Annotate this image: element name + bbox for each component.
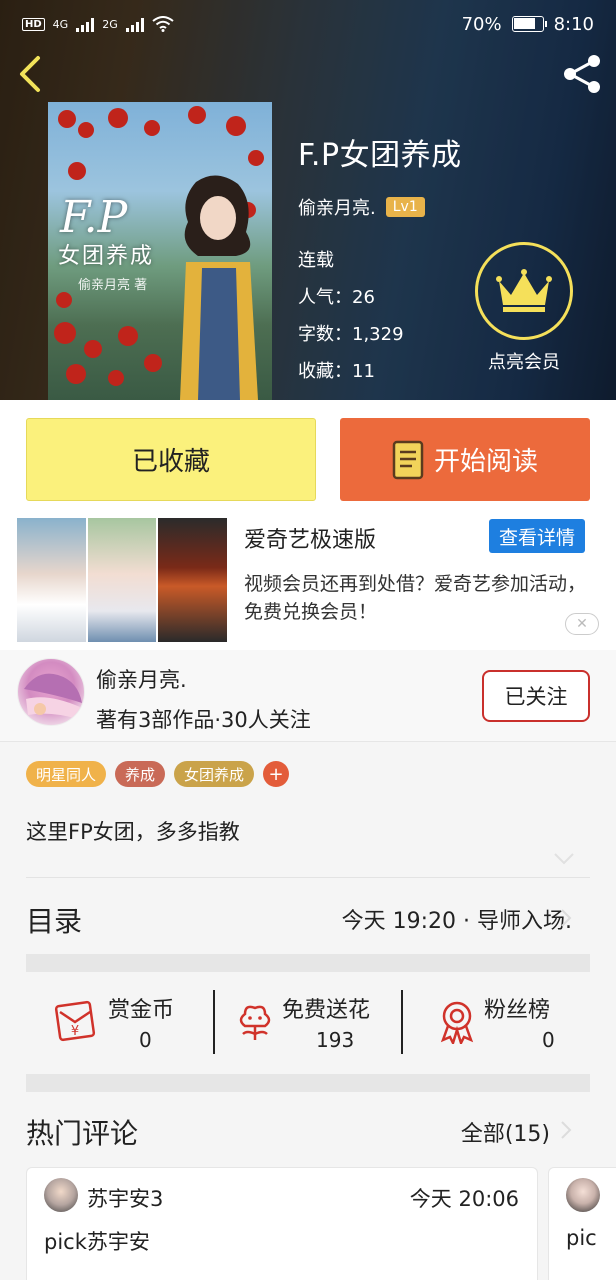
hd-indicator: HD — [22, 17, 45, 31]
author-stats: 著有3部作品·30人关注 — [96, 708, 311, 732]
all-comments-link[interactable]: 全部(15) — [461, 1116, 550, 1148]
chevron-right-icon — [561, 909, 572, 927]
start-reading-label: 开始阅读 — [433, 447, 538, 477]
reward-label: 赏金币 — [108, 998, 175, 1023]
reward-coins[interactable]: ¥ 赏金币 0 — [26, 972, 214, 1074]
comment-card[interactable]: 苏宇安3 今天 20:06 pick苏宇安 — [26, 1167, 538, 1280]
comment-text: pic — [566, 1226, 597, 1250]
medal-icon — [440, 1001, 474, 1044]
book-popularity: 人气：26 — [298, 287, 375, 308]
chevron-left-icon — [20, 56, 40, 92]
book-title: F.P女团养成 — [298, 138, 462, 173]
book-collections: 收藏：11 — [298, 361, 375, 382]
commenter-avatar[interactable] — [44, 1178, 78, 1212]
book-cover[interactable]: F.P 女团养成 偷亲月亮 著 — [48, 102, 272, 400]
reward-flowers[interactable]: 免费送花 193 — [214, 972, 402, 1074]
reward-label: 粉丝榜 — [484, 998, 551, 1023]
cover-figure — [180, 175, 258, 400]
ad-image-3 — [158, 518, 228, 642]
reward-count: 0 — [139, 1028, 152, 1052]
tag[interactable]: 明星同人 — [26, 761, 107, 787]
ad-close-button[interactable]: ✕ — [565, 613, 599, 635]
signal-icon-2 — [125, 16, 144, 32]
reward-count: 193 — [316, 1028, 355, 1052]
author-name[interactable]: 偷亲月亮. — [96, 664, 187, 694]
comments-header: 热门评论 全部(15) — [0, 1094, 616, 1164]
share-button[interactable] — [558, 52, 606, 96]
network-2g-label: 2G — [102, 17, 118, 31]
divider — [26, 877, 590, 878]
svg-text:¥: ¥ — [71, 1024, 79, 1039]
book-info: F.P女团养成 偷亲月亮. Lv1 连载 人气：26 字数：1,329 收藏：1… — [298, 130, 462, 390]
ad-images — [17, 518, 228, 642]
commenter-avatar[interactable] — [566, 1178, 600, 1212]
status-bar: HD 4G 2G 70% 8:10 — [0, 0, 616, 48]
cover-title: F.P — [60, 192, 128, 243]
vip-button[interactable]: 点亮会员 — [474, 242, 574, 374]
vip-label: 点亮会员 — [488, 352, 560, 373]
crown-icon — [496, 269, 552, 312]
ad-banner[interactable]: 爱奇艺极速版 查看详情 视频会员还再到处借？爱奇艺参加活动，免费兑换会员！ ✕ — [0, 512, 616, 650]
comment-text: pick苏宇安 — [44, 1230, 150, 1254]
tag-list: 明星同人 养成 女团养成 + — [26, 761, 290, 787]
level-badge: Lv1 — [385, 197, 425, 217]
cover-subtitle: 女团养成 — [58, 244, 155, 269]
reward-fans[interactable]: 粉丝榜 0 — [402, 972, 590, 1074]
add-tag-button[interactable]: + — [263, 761, 290, 787]
comments-title: 热门评论 — [26, 1117, 139, 1150]
toc-latest-chapter: 今天 19:20 · 导师入场. — [341, 909, 572, 934]
collect-button[interactable]: 已收藏 — [26, 418, 316, 501]
wifi-icon — [152, 16, 174, 32]
comment-card[interactable]: pic — [548, 1167, 616, 1280]
tag[interactable]: 养成 — [115, 761, 166, 787]
battery-icon — [511, 16, 547, 32]
chevron-right-icon[interactable] — [560, 1120, 572, 1140]
expand-chevron-icon[interactable] — [553, 852, 575, 866]
ad-description: 视频会员还再到处借？爱奇艺参加活动，免费兑换会员！ — [244, 573, 587, 623]
book-word-count: 字数：1,329 — [298, 324, 404, 345]
book-author[interactable]: 偷亲月亮. — [298, 194, 376, 220]
red-envelope-icon: ¥ — [54, 1000, 96, 1042]
battery-percent: 70% — [461, 13, 502, 35]
signal-icon — [76, 16, 95, 32]
section-band — [26, 954, 590, 972]
section-band — [26, 1074, 590, 1092]
reward-count: 0 — [542, 1028, 555, 1052]
cover-author: 偷亲月亮 著 — [78, 278, 148, 293]
toc-title: 目录 — [26, 905, 83, 938]
commenter-name[interactable]: 苏宇安3 — [87, 1183, 163, 1213]
comment-time: 今天 20:06 — [409, 1187, 519, 1211]
follow-button[interactable]: 已关注 — [482, 670, 590, 722]
book-intro: 这里FP女团，多多指教 — [26, 820, 240, 844]
avatar-image — [24, 673, 82, 719]
author-card[interactable]: 偷亲月亮. 著有3部作品·30人关注 已关注 — [0, 650, 616, 742]
share-icon — [564, 55, 600, 93]
ad-image-1 — [17, 518, 86, 642]
start-reading-button[interactable]: 开始阅读 — [340, 418, 590, 501]
reward-label: 免费送花 — [282, 998, 371, 1023]
ad-detail-button[interactable]: 查看详情 — [489, 519, 585, 553]
author-avatar[interactable] — [17, 658, 85, 726]
close-icon: ✕ — [576, 616, 588, 632]
book-icon — [392, 440, 424, 479]
flower-icon — [239, 1005, 271, 1040]
ad-image-2 — [87, 518, 157, 642]
network-4g-label: 4G — [52, 17, 69, 31]
table-of-contents-row[interactable]: 目录 今天 19:20 · 导师入场. — [0, 880, 616, 954]
reward-bar: ¥ 赏金币 0 免费送花 193 粉丝榜 0 — [26, 972, 590, 1074]
ad-title: 爱奇艺极速版 — [244, 528, 377, 553]
back-button[interactable] — [12, 52, 52, 96]
book-status: 连载 — [298, 250, 334, 271]
vip-ring — [475, 242, 573, 340]
clock: 8:10 — [553, 13, 594, 35]
action-bar: 已收藏 开始阅读 — [0, 400, 616, 512]
tag[interactable]: 女团养成 — [174, 761, 255, 787]
